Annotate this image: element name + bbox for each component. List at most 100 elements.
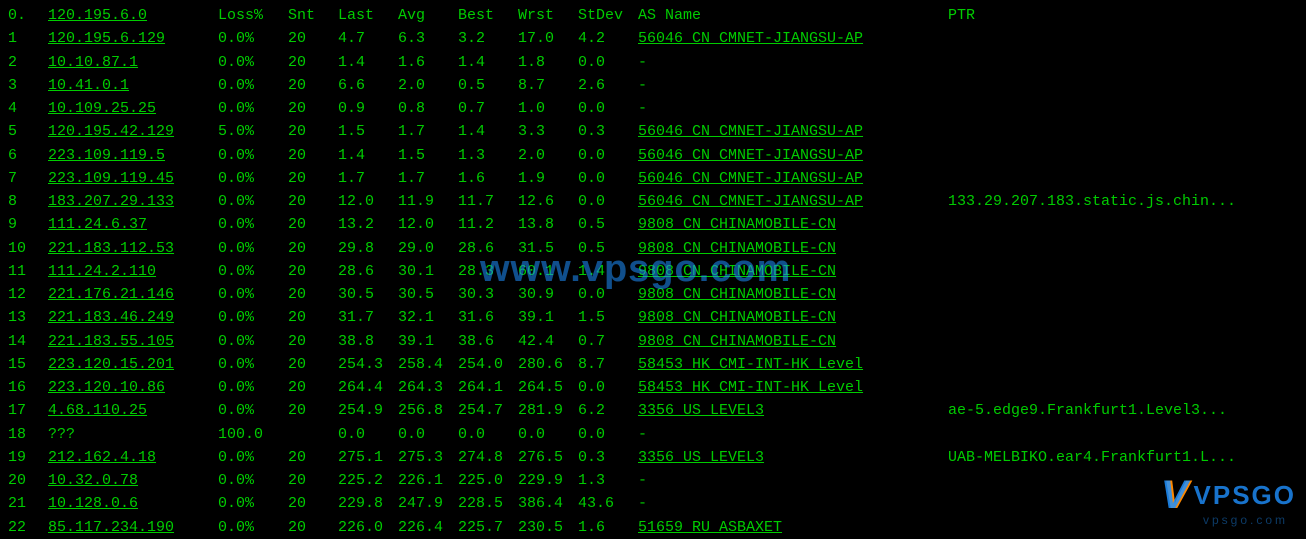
table-row: 8183.207.29.1330.0%2012.011.911.712.60.0… — [8, 190, 1298, 213]
as-name[interactable]: 3356 US LEVEL3 — [638, 446, 948, 469]
as-name: - — [638, 469, 948, 492]
hop-number: 3 — [8, 74, 48, 97]
as-name[interactable]: 51659 RU ASBAXET — [638, 516, 948, 539]
avg-ms: 12.0 — [398, 213, 458, 236]
ip-address[interactable]: 10.41.0.1 — [48, 74, 218, 97]
table-row: 19212.162.4.180.0%20275.1275.3274.8276.5… — [8, 446, 1298, 469]
best-ms: 28.6 — [458, 237, 518, 260]
as-name[interactable]: 9808 CN CHINAMOBILE-CN — [638, 306, 948, 329]
loss-percent: 0.0% — [218, 97, 288, 120]
ip-address[interactable]: 85.117.234.190 — [48, 516, 218, 539]
as-name[interactable]: 3356 US LEVEL3 — [638, 399, 948, 422]
table-row: 12221.176.21.1460.0%2030.530.530.330.90.… — [8, 283, 1298, 306]
loss-percent: 5.0% — [218, 120, 288, 143]
ip-address[interactable]: 212.162.4.18 — [48, 446, 218, 469]
ip-address[interactable]: 221.183.112.53 — [48, 237, 218, 260]
ip-address[interactable]: 120.195.6.129 — [48, 27, 218, 50]
as-name[interactable]: 58453 HK CMI-INT-HK Level — [638, 353, 948, 376]
as-name[interactable]: 9808 CN CHINAMOBILE-CN — [638, 237, 948, 260]
best-ms: 0.5 — [458, 74, 518, 97]
as-name[interactable]: 58453 HK CMI-INT-HK Level — [638, 376, 948, 399]
stdev-ms: 8.7 — [578, 353, 638, 376]
last-ms: 29.8 — [338, 237, 398, 260]
sent-count: 20 — [288, 399, 338, 422]
last-ms: 1.4 — [338, 144, 398, 167]
as-name[interactable]: 9808 CN CHINAMOBILE-CN — [638, 213, 948, 236]
stdev-ms: 2.6 — [578, 74, 638, 97]
ip-address[interactable]: ??? — [48, 423, 218, 446]
ip-address[interactable]: 183.207.29.133 — [48, 190, 218, 213]
best-ms: 0.7 — [458, 97, 518, 120]
stdev-ms: 0.5 — [578, 237, 638, 260]
ip-address[interactable]: 4.68.110.25 — [48, 399, 218, 422]
as-name[interactable]: 56046 CN CMNET-JIANGSU-AP — [638, 144, 948, 167]
loss-percent: 0.0% — [218, 213, 288, 236]
table-row: 210.10.87.10.0%201.41.61.41.80.0- — [8, 51, 1298, 74]
last-ms: 0.0 — [338, 423, 398, 446]
ip-address[interactable]: 10.32.0.78 — [48, 469, 218, 492]
ip-address[interactable]: 111.24.6.37 — [48, 213, 218, 236]
hop-number: 2 — [8, 51, 48, 74]
loss-percent: 0.0% — [218, 283, 288, 306]
sent-count: 20 — [288, 492, 338, 515]
loss-percent: 0.0% — [218, 469, 288, 492]
as-name: - — [638, 51, 948, 74]
loss-percent: 0.0% — [218, 516, 288, 539]
sent-count — [288, 423, 338, 446]
last-ms: 1.7 — [338, 167, 398, 190]
sent-count: 20 — [288, 213, 338, 236]
loss-percent: 0.0% — [218, 167, 288, 190]
last-ms: 229.8 — [338, 492, 398, 515]
best-ms: 28.3 — [458, 260, 518, 283]
as-name[interactable]: 9808 CN CHINAMOBILE-CN — [638, 283, 948, 306]
as-name[interactable]: 56046 CN CMNET-JIANGSU-AP — [638, 167, 948, 190]
hop-number: 11 — [8, 260, 48, 283]
hop-number: 15 — [8, 353, 48, 376]
table-row: 9111.24.6.370.0%2013.212.011.213.80.5980… — [8, 213, 1298, 236]
best-ms: 31.6 — [458, 306, 518, 329]
table-row: 18???100.00.00.00.00.00.0- — [8, 423, 1298, 446]
traceroute-table: 0.120.195.6.0Loss%SntLastAvgBestWrstStDe… — [8, 4, 1298, 539]
ip-address[interactable]: 10.109.25.25 — [48, 97, 218, 120]
as-name[interactable]: 56046 CN CMNET-JIANGSU-AP — [638, 190, 948, 213]
avg-ms: 264.3 — [398, 376, 458, 399]
loss-percent: 0.0% — [218, 306, 288, 329]
worst-ms: 42.4 — [518, 330, 578, 353]
table-row: 2110.128.0.60.0%20229.8247.9228.5386.443… — [8, 492, 1298, 515]
ip-address[interactable]: 221.183.46.249 — [48, 306, 218, 329]
best-ms: 38.6 — [458, 330, 518, 353]
ip-address[interactable]: 10.128.0.6 — [48, 492, 218, 515]
avg-ms: 0.0 — [398, 423, 458, 446]
last-ms: 12.0 — [338, 190, 398, 213]
table-row: 11111.24.2.1100.0%2028.630.128.360.11.49… — [8, 260, 1298, 283]
avg-ms: 226.4 — [398, 516, 458, 539]
last-ms: 13.2 — [338, 213, 398, 236]
last-ms: 1.5 — [338, 120, 398, 143]
ip-address[interactable]: 223.109.119.45 — [48, 167, 218, 190]
ip-address[interactable]: 223.109.119.5 — [48, 144, 218, 167]
ip-address[interactable]: 221.183.55.105 — [48, 330, 218, 353]
hop-number: 13 — [8, 306, 48, 329]
stdev-ms: 43.6 — [578, 492, 638, 515]
ip-address[interactable]: 221.176.21.146 — [48, 283, 218, 306]
avg-ms: 1.5 — [398, 144, 458, 167]
ip-address[interactable]: 10.10.87.1 — [48, 51, 218, 74]
as-name[interactable]: 56046 CN CMNET-JIANGSU-AP — [638, 27, 948, 50]
ip-address[interactable]: 223.120.10.86 — [48, 376, 218, 399]
as-name[interactable]: 56046 CN CMNET-JIANGSU-AP — [638, 120, 948, 143]
stdev-ms: 0.0 — [578, 423, 638, 446]
ip-address[interactable]: 111.24.2.110 — [48, 260, 218, 283]
as-name: - — [638, 74, 948, 97]
table-row: 14221.183.55.1050.0%2038.839.138.642.40.… — [8, 330, 1298, 353]
loss-percent: 0.0% — [218, 144, 288, 167]
ip-address[interactable]: 120.195.42.129 — [48, 120, 218, 143]
as-name[interactable]: 9808 CN CHINAMOBILE-CN — [638, 330, 948, 353]
best-ms: 225.7 — [458, 516, 518, 539]
ptr-text: ae-5.edge9.Frankfurt1.Level3... — [948, 399, 1227, 422]
stdev-ms: 4.2 — [578, 27, 638, 50]
header-loss: Loss% — [218, 4, 288, 27]
last-ms: 1.4 — [338, 51, 398, 74]
header-wrst: Wrst — [518, 4, 578, 27]
as-name[interactable]: 9808 CN CHINAMOBILE-CN — [638, 260, 948, 283]
ip-address[interactable]: 223.120.15.201 — [48, 353, 218, 376]
